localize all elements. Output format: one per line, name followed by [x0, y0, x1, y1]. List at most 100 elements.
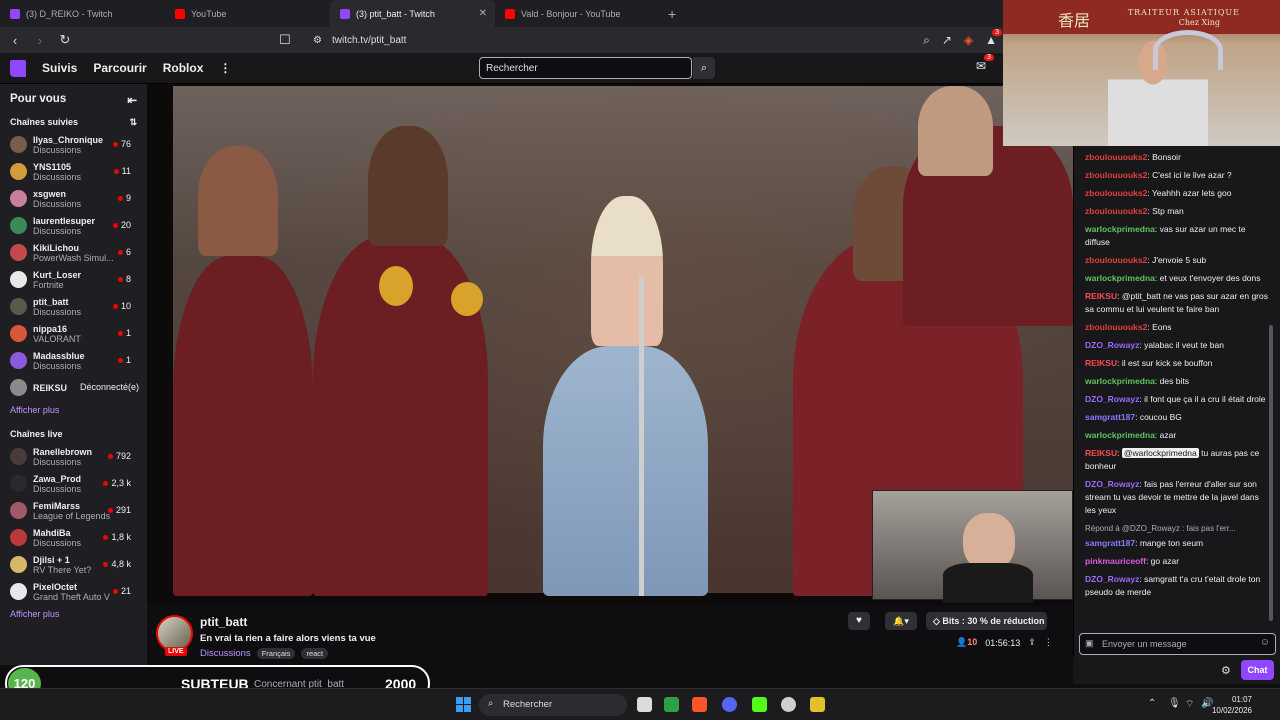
- stream-tag[interactable]: react: [301, 648, 329, 659]
- taskbar-clock[interactable]: 01:07 10/02/2026: [1212, 694, 1252, 716]
- taskbar-search[interactable]: ⌕ Rechercher: [479, 694, 627, 716]
- chat-username[interactable]: zboulouuouks2: [1085, 152, 1147, 162]
- sidebar-channel[interactable]: KikiLichou PowerWash Simul... 6: [0, 239, 147, 266]
- brave-browser-icon[interactable]: [692, 697, 707, 712]
- nav-roblox[interactable]: Roblox: [163, 61, 204, 75]
- close-tab-icon[interactable]: ✕: [479, 8, 487, 19]
- shop-storefront: 香居 TRAITEUR ASIATIQUE Chez Xing: [1003, 0, 1280, 34]
- streamer-name[interactable]: ptit_batt: [200, 615, 247, 629]
- browser-tab-active[interactable]: (3) ptit_batt - Twitch ✕: [330, 0, 495, 27]
- chat-message: warlockprimedna: des bits: [1085, 375, 1269, 388]
- inbox-icon[interactable]: ✉ 3: [976, 54, 994, 73]
- chat-settings-gear-icon[interactable]: ⚙: [1221, 664, 1231, 677]
- app-icon[interactable]: [810, 697, 825, 712]
- more-options-icon[interactable]: ⋮: [1044, 637, 1053, 648]
- share-icon[interactable]: ⇪: [1028, 637, 1036, 648]
- site-info-icon[interactable]: ⚙: [313, 35, 322, 46]
- microphone-icon[interactable]: 🎙: [1168, 698, 1181, 709]
- chat-username[interactable]: zboulouuouks2: [1085, 188, 1147, 198]
- sidebar-channel[interactable]: Djilsi + 1 RV There Yet? 4,8 k: [0, 551, 147, 578]
- back-arrow-icon[interactable]: ‹: [5, 33, 25, 48]
- chat-username[interactable]: REIKSU: [1085, 448, 1117, 458]
- chat-username[interactable]: DZO_Rowayz: [1085, 574, 1139, 584]
- nav-browse[interactable]: Parcourir: [93, 61, 146, 75]
- sidebar-channel[interactable]: laurentlesuper Discussions 20: [0, 212, 147, 239]
- chat-username[interactable]: zboulouuouks2: [1085, 322, 1147, 332]
- chat-username[interactable]: warlockprimedna: [1085, 273, 1155, 283]
- follow-heart-button[interactable]: ♥: [848, 612, 870, 630]
- chat-scrollbar[interactable]: [1269, 325, 1273, 621]
- app-icon[interactable]: [664, 697, 679, 712]
- new-tab-button[interactable]: +: [660, 0, 684, 27]
- chat-username[interactable]: pinkmauriceoff: [1085, 556, 1146, 566]
- chat-username[interactable]: warlockprimedna: [1085, 224, 1155, 234]
- sidebar-channel[interactable]: Madassblue Discussions 1: [0, 347, 147, 374]
- sidebar-channel[interactable]: MahdiBa Discussions 1,8 k: [0, 524, 147, 551]
- stream-tag[interactable]: Français: [256, 648, 296, 659]
- chat-username[interactable]: DZO_Rowayz: [1085, 394, 1139, 404]
- nav-following[interactable]: Suivis: [42, 61, 77, 75]
- notifications-bell-button[interactable]: 🔔▾: [885, 612, 917, 630]
- sidebar-channel[interactable]: nippa16 VALORANT 1: [0, 320, 147, 347]
- search-icon[interactable]: ⌕: [693, 57, 715, 79]
- chat-username[interactable]: samgratt187: [1085, 412, 1135, 422]
- chat-input[interactable]: Envoyer un message ▣ ☺: [1079, 633, 1276, 655]
- chat-username[interactable]: DZO_Rowayz: [1085, 340, 1139, 350]
- chat-username[interactable]: zboulouuouks2: [1085, 255, 1147, 265]
- sidebar-channel[interactable]: Kurt_Loser Fortnite 8: [0, 266, 147, 293]
- sidebar-channel-offline[interactable]: REIKSU Déconnecté(e): [0, 374, 147, 401]
- task-view-icon[interactable]: [637, 697, 652, 712]
- chat-mention[interactable]: @warlockprimedna: [1121, 448, 1199, 458]
- sidebar-channel[interactable]: YNS1105 Discussions 11: [0, 158, 147, 185]
- rewards-icon[interactable]: ▲ 3: [985, 29, 1003, 47]
- sidebar-channel[interactable]: PixelOctet Grand Theft Auto V 21: [0, 578, 147, 605]
- chat-badge-icon[interactable]: ▣: [1085, 638, 1094, 649]
- chat-send-button[interactable]: Chat: [1241, 660, 1274, 680]
- channel-category: PowerWash Simul...: [33, 252, 114, 263]
- sidebar-channel[interactable]: Ranellebrown Discussions 792: [0, 443, 147, 470]
- more-icon[interactable]: ⋮: [219, 61, 231, 75]
- browser-tab[interactable]: (3) D_REIKO - Twitch: [0, 0, 165, 27]
- kick-icon[interactable]: [752, 697, 767, 712]
- sidebar-channel[interactable]: xsgwen Discussions 9: [0, 185, 147, 212]
- sidebar-channel[interactable]: FemiMarss League of Legends 291: [0, 497, 147, 524]
- chat-username[interactable]: warlockprimedna: [1085, 430, 1155, 440]
- chat-username[interactable]: DZO_Rowayz: [1085, 479, 1139, 489]
- chat-username[interactable]: zboulouuouks2: [1085, 170, 1147, 180]
- browser-tab[interactable]: Vald - Bonjour - YouTube: [495, 0, 660, 27]
- chat-reply-context[interactable]: Répond à @DZO_Rowayz : fais pas l'err...: [1085, 522, 1269, 535]
- chat-username[interactable]: REIKSU: [1085, 291, 1117, 301]
- video-player[interactable]: [147, 84, 1073, 605]
- twitch-logo-icon[interactable]: [10, 59, 26, 77]
- url-field[interactable]: ⚙ twitch.tv/ptit_batt: [313, 35, 406, 46]
- share-icon[interactable]: ↗: [942, 33, 952, 47]
- show-more-link[interactable]: Afficher plus: [0, 401, 147, 419]
- forward-arrow-icon[interactable]: ›: [30, 33, 50, 48]
- show-more-live-link[interactable]: Afficher plus: [0, 605, 147, 623]
- collapse-sidebar-icon[interactable]: ⇤: [127, 93, 137, 107]
- obs-icon[interactable]: [781, 697, 796, 712]
- chat-username[interactable]: warlockprimedna: [1085, 376, 1155, 386]
- tray-chevron-icon[interactable]: ⌃: [1148, 698, 1156, 709]
- sidebar-channel[interactable]: Zawa_Prod Discussions 2,3 k: [0, 470, 147, 497]
- chat-username[interactable]: REIKSU: [1085, 358, 1117, 368]
- viewer-count-text: 291: [115, 505, 131, 515]
- reload-icon[interactable]: ↻: [55, 32, 75, 48]
- brave-shield-icon[interactable]: ◈: [964, 33, 973, 47]
- zoom-icon[interactable]: ⌕: [923, 33, 930, 48]
- emote-icon[interactable]: ☺: [1260, 637, 1270, 648]
- search-input[interactable]: Rechercher: [479, 57, 692, 79]
- browser-tab[interactable]: YouTube: [165, 0, 330, 27]
- sidebar-channel[interactable]: ptit_batt Discussions 10: [0, 293, 147, 320]
- wifi-icon[interactable]: ⌔: [1185, 698, 1194, 711]
- sort-icon[interactable]: ⇅: [129, 117, 137, 128]
- bits-button[interactable]: ◇ Bits : 30 % de réduction: [926, 612, 1047, 630]
- viewer-count-text: 9: [125, 193, 131, 203]
- discord-icon[interactable]: [722, 697, 737, 712]
- windows-start-icon[interactable]: [456, 697, 471, 712]
- chat-username[interactable]: samgratt187: [1085, 538, 1135, 548]
- bookmark-icon[interactable]: ☐: [275, 32, 295, 48]
- chat-username[interactable]: zboulouuouks2: [1085, 206, 1147, 216]
- stream-category[interactable]: Discussions: [200, 648, 251, 659]
- sidebar-channel[interactable]: Ilyas_Chronique Discussions 76: [0, 131, 147, 158]
